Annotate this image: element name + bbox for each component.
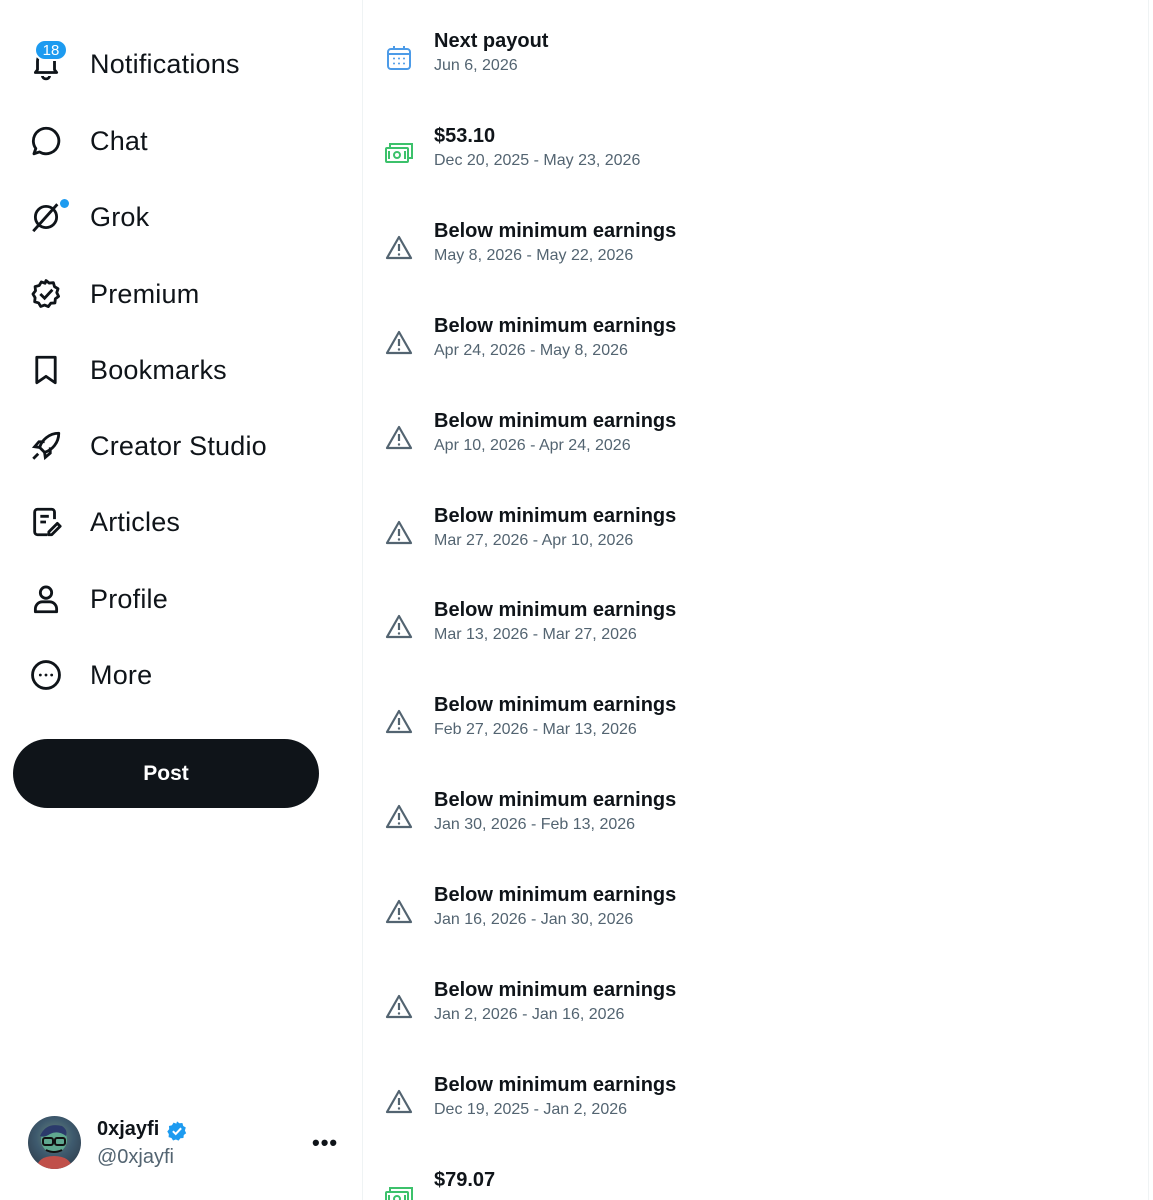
payout-row[interactable]: Below minimum earnings Mar 13, 2026 - Ma…: [364, 599, 1149, 669]
payout-row[interactable]: Below minimum earnings Jan 30, 2026 - Fe…: [364, 789, 1149, 859]
notification-count-badge: 18: [34, 39, 68, 61]
warning-icon: [384, 707, 414, 737]
payout-status: Below minimum earnings: [434, 410, 677, 432]
post-button[interactable]: Post: [13, 739, 319, 808]
payout-row[interactable]: Below minimum earnings May 8, 2026 - May…: [364, 220, 1149, 290]
payout-status: Below minimum earnings: [434, 979, 677, 1001]
warning-icon: [384, 233, 414, 263]
nav-item-profile[interactable]: Profile: [0, 569, 340, 629]
nav-label-more: More: [90, 659, 153, 690]
nav-item-creator-studio[interactable]: Creator Studio: [0, 416, 340, 476]
warning-icon: [384, 802, 414, 832]
nav-label-articles: Articles: [90, 506, 181, 537]
payout-status: Below minimum earnings: [434, 505, 677, 527]
chat-bubble-icon: [26, 121, 66, 161]
rocket-icon: [26, 426, 66, 466]
payout-period: Feb 27, 2026 - Mar 13, 2026: [434, 721, 637, 738]
payout-status: Below minimum earnings: [434, 599, 677, 621]
payout-history: Next payout Jun 6, 2026 $53.10 Dec 20, 2…: [364, 0, 1149, 1200]
account-more-button[interactable]: •••: [312, 1130, 338, 1156]
cash-icon: [384, 1182, 414, 1200]
nav-item-partial-top[interactable]: [28, 0, 228, 6]
warning-icon: [384, 1087, 414, 1117]
payout-row[interactable]: Below minimum earnings Mar 27, 2026 - Ap…: [364, 505, 1149, 575]
person-icon: [26, 579, 66, 619]
nav-label-grok: Grok: [90, 201, 150, 232]
account-switcher[interactable]: 0xjayfi @0xjayfi •••: [28, 1116, 348, 1172]
payout-period: Dec 19, 2025 - Jan 2, 2026: [434, 1101, 628, 1118]
payout-row[interactable]: $53.10 Dec 20, 2025 - May 23, 2026: [364, 125, 1149, 195]
verified-badge-icon: [166, 1120, 188, 1142]
nav-item-bookmarks[interactable]: Bookmarks: [0, 340, 340, 400]
nav-item-grok[interactable]: Grok: [0, 187, 340, 247]
warning-icon: [384, 897, 414, 927]
payout-date: Jun 6, 2026: [434, 57, 518, 74]
payout-period: May 8, 2026 - May 22, 2026: [434, 247, 634, 264]
cash-icon: [384, 138, 414, 168]
left-sidebar: Notifications 18 Chat Grok Premium Bookm…: [0, 0, 363, 1200]
payout-status: Below minimum earnings: [434, 315, 677, 337]
warning-icon: [384, 423, 414, 453]
nav-label-bookmarks: Bookmarks: [90, 354, 227, 385]
payout-row[interactable]: $79.07: [364, 1169, 1149, 1200]
payout-row[interactable]: Below minimum earnings Apr 10, 2026 - Ap…: [364, 410, 1149, 480]
more-circle-icon: [26, 655, 66, 695]
grok-new-dot: [60, 199, 69, 208]
partial-icon: [28, 0, 58, 6]
payout-period: Apr 10, 2026 - Apr 24, 2026: [434, 437, 631, 454]
payout-row[interactable]: Below minimum earnings Jan 2, 2026 - Jan…: [364, 979, 1149, 1049]
avatar: [28, 1116, 81, 1169]
payout-amount: $79.07: [434, 1169, 496, 1191]
nav-label-premium: Premium: [90, 278, 200, 309]
payout-period: Mar 13, 2026 - Mar 27, 2026: [434, 626, 637, 643]
payout-period: Apr 24, 2026 - May 8, 2026: [434, 342, 628, 359]
nav-item-chat[interactable]: Chat: [0, 111, 340, 171]
payout-row-next[interactable]: Next payout Jun 6, 2026: [364, 30, 1149, 100]
calendar-icon: [384, 43, 414, 73]
account-handle: @0xjayfi: [97, 1146, 174, 1168]
article-edit-icon: [26, 502, 66, 542]
payout-amount: $53.10: [434, 125, 496, 147]
nav-label-notifications: Notifications: [90, 48, 240, 79]
payout-status: Below minimum earnings: [434, 220, 677, 242]
warning-icon: [384, 518, 414, 548]
nav-item-premium[interactable]: Premium: [0, 264, 340, 324]
nav-item-articles[interactable]: Articles: [0, 492, 340, 552]
payout-period: Mar 27, 2026 - Apr 10, 2026: [434, 532, 634, 549]
payout-period: Dec 20, 2025 - May 23, 2026: [434, 152, 641, 169]
payout-period: Jan 16, 2026 - Jan 30, 2026: [434, 911, 634, 928]
payout-row[interactable]: Below minimum earnings Apr 24, 2026 - Ma…: [364, 315, 1149, 385]
payout-status: Below minimum earnings: [434, 1074, 677, 1096]
account-display-name: 0xjayfi: [97, 1118, 160, 1140]
payout-status: Below minimum earnings: [434, 789, 677, 811]
payout-title: Next payout: [434, 30, 549, 52]
nav-label-profile: Profile: [90, 583, 168, 614]
payout-row[interactable]: Below minimum earnings Feb 27, 2026 - Ma…: [364, 694, 1149, 764]
nav-label-creator-studio: Creator Studio: [90, 430, 267, 461]
warning-icon: [384, 992, 414, 1022]
payout-status: Below minimum earnings: [434, 694, 677, 716]
premium-badge-icon: [26, 274, 66, 314]
bookmark-icon: [26, 350, 66, 390]
payout-row[interactable]: Below minimum earnings Dec 19, 2025 - Ja…: [364, 1074, 1149, 1144]
payout-period: Jan 2, 2026 - Jan 16, 2026: [434, 1006, 625, 1023]
payout-row[interactable]: Below minimum earnings Jan 16, 2026 - Ja…: [364, 884, 1149, 954]
nav-label-chat: Chat: [90, 125, 148, 156]
warning-icon: [384, 328, 414, 358]
nav-item-more[interactable]: More: [0, 645, 340, 705]
payout-status: Below minimum earnings: [434, 884, 677, 906]
warning-icon: [384, 612, 414, 642]
payout-period: Jan 30, 2026 - Feb 13, 2026: [434, 816, 636, 833]
